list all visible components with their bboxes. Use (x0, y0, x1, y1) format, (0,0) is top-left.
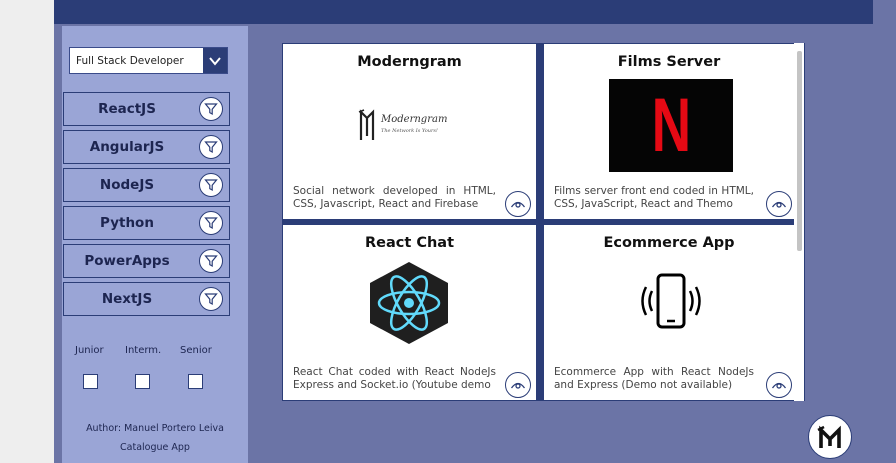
card-description: Ecommerce App with React NodeJs and Expr… (554, 366, 754, 391)
card-title: React Chat (364, 235, 455, 251)
tech-row-reactjs[interactable]: ReactJS (63, 92, 230, 126)
card-description: React Chat coded with React NodeJs Expre… (293, 366, 496, 391)
app-logo-button[interactable] (808, 415, 852, 459)
filter-icon[interactable] (199, 211, 223, 235)
project-card-films-server[interactable]: Films Server N Films server front end co… (544, 44, 794, 219)
tech-row-angularjs[interactable]: AngularJS (63, 130, 230, 164)
filter-icon[interactable] (199, 97, 223, 121)
gallery-scrollbar[interactable] (794, 43, 804, 401)
eye-icon[interactable] (505, 191, 531, 217)
project-card-ecommerce-app[interactable]: Ecommerce App Ecommerce App with React N… (544, 225, 794, 400)
senior-checkbox[interactable] (188, 374, 203, 389)
tech-row-nextjs[interactable]: NextJS (63, 282, 230, 316)
card-title: Films Server (617, 54, 721, 70)
card-description: Films server front end coded in HTML, CS… (554, 185, 754, 210)
m-logo-icon (817, 425, 841, 448)
scrollbar-thumb[interactable] (797, 51, 802, 251)
card-title: Ecommerce App (603, 235, 735, 251)
junior-checkbox[interactable] (83, 374, 98, 389)
eye-icon[interactable] (766, 372, 792, 398)
netflix-logo: N (609, 79, 733, 172)
filter-icon[interactable] (199, 173, 223, 197)
intermediate-checkbox[interactable] (135, 374, 150, 389)
author-text: Author: Manuel Portero Leiva (86, 423, 224, 434)
app-name-text: Catalogue App (120, 442, 190, 453)
tech-label: Python (100, 215, 154, 231)
role-select-value: Full Stack Developer (76, 55, 184, 67)
tech-row-powerapps[interactable]: PowerApps (63, 244, 230, 278)
moderngram-logo-tagline: The Network Is Yours! (381, 128, 438, 134)
card-description: Social network developed in HTML, CSS, J… (293, 185, 496, 210)
card-title: Moderngram (357, 54, 462, 70)
smartphone-icon (636, 265, 706, 345)
tech-label: ReactJS (98, 101, 156, 117)
eye-icon[interactable] (766, 191, 792, 217)
eye-icon[interactable] (505, 372, 531, 398)
project-card-moderngram[interactable]: Moderngram Moderngram The Network Is You… (283, 44, 536, 219)
filter-icon[interactable] (199, 287, 223, 311)
react-logo-icon (365, 260, 453, 346)
tech-label: AngularJS (89, 139, 165, 155)
netflix-logo-letter: N (651, 83, 691, 168)
moderngram-logo: Moderngram The Network Is Yours! (353, 82, 465, 166)
moderngram-logo-text: Moderngram (381, 114, 448, 125)
tech-row-python[interactable]: Python (63, 206, 230, 240)
filter-icon[interactable] (199, 249, 223, 273)
project-gallery: Moderngram Moderngram The Network Is You… (282, 43, 805, 401)
chevron-down-icon[interactable] (203, 48, 227, 73)
level-label-junior: Junior (75, 345, 104, 356)
filter-icon[interactable] (199, 135, 223, 159)
tech-label: NextJS (101, 291, 153, 307)
role-select[interactable]: Full Stack Developer (69, 47, 228, 74)
top-bar (54, 0, 873, 24)
tech-label: PowerApps (84, 253, 170, 269)
tech-row-nodejs[interactable]: NodeJS (63, 168, 230, 202)
project-card-react-chat[interactable]: React Chat React Chat coded with React N… (283, 225, 536, 400)
level-label-intermediate: Interm. (125, 345, 162, 356)
tech-label: NodeJS (99, 177, 155, 193)
level-label-senior: Senior (180, 345, 212, 356)
